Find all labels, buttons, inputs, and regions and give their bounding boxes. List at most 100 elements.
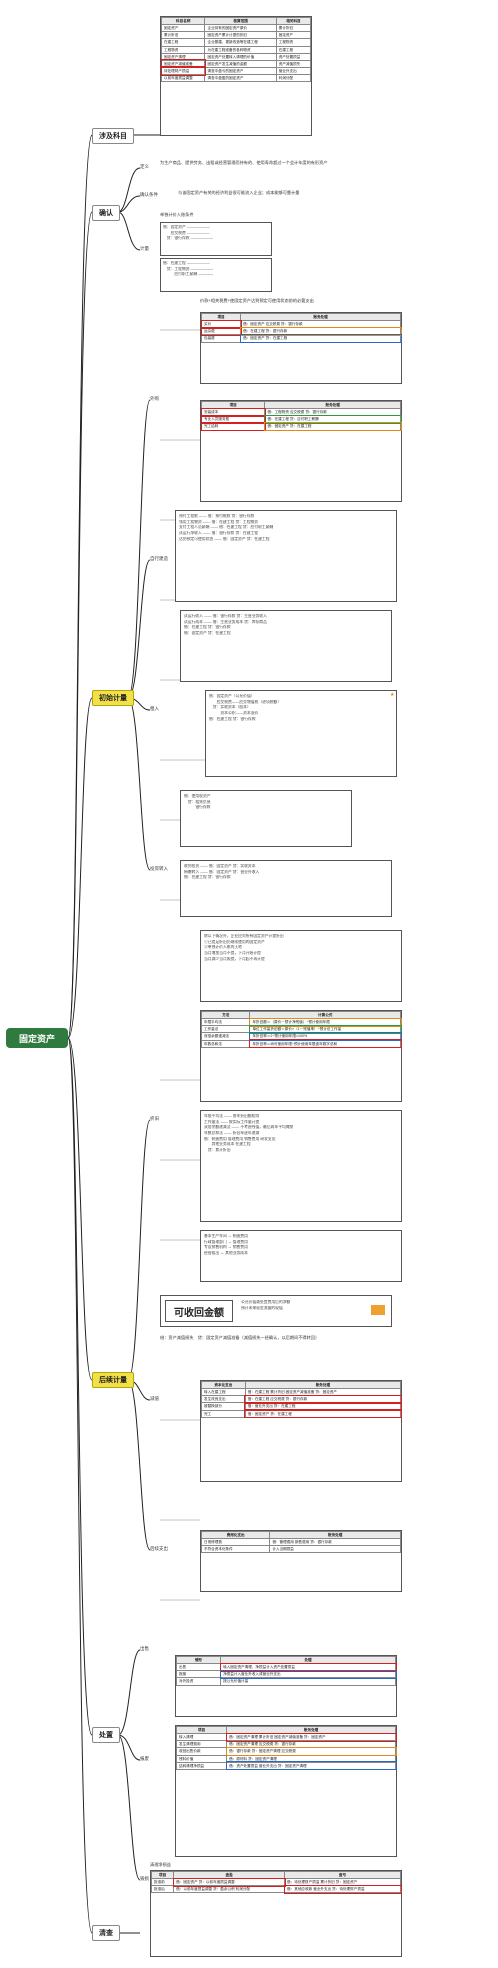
table-header: 核算范围 [204, 16, 277, 26]
entry-lines: 预付工程款 —— 借：预付账款 贷：银行存款 领用工程物资 —— 借：在建工程 … [179, 514, 273, 542]
table-cell: 转入固定资产清理，净损益计入资产处置损益 [219, 1662, 397, 1672]
table-row: 工程物资 为在建工程准备的各种物资 在建工程 [160, 45, 312, 54]
table-cell: 工程物资 [160, 45, 206, 54]
table-cell: 固定资产处置转入清理的价值 [204, 52, 277, 61]
branch-recognition[interactable]: 确认 [92, 205, 120, 221]
disposal-scope-panel: 情形 处理 出售 转入固定资产清理，净损益计入资产处置损益 报废 净损益计入营业外收入… [175, 1655, 397, 1717]
table-header: 账务处理 [240, 312, 401, 322]
inventory-table: 项目 盘盈 盘亏 批准前 借：固定资产 贷：以前年度损益调整 借：待处理财产损溢… [150, 1870, 402, 1894]
table-row: 年数总和法 年折旧率＝尚可使用年限÷预计使用年限逐年数字总和 [200, 1038, 402, 1049]
table-cell: 借：在建工程 贷：应付职工薪酬 [263, 414, 402, 424]
table-cell: 日常修理费 [200, 1538, 271, 1547]
table-cell: 年折旧率＝尚可使用年限÷预计使用年限逐年数字总和 [248, 1038, 402, 1049]
table-cell: 营业外支出 [275, 66, 312, 76]
entry-line: 借：使用权资产 [184, 794, 211, 798]
table-row: 买价 借：固定资产 应交税费 贷：银行存款 [200, 319, 401, 329]
disposal-steps-panel: 项目 账务处理 转入清理 借：固定资产清理 累计折旧 固定资产减值准备 贷：固定资产… [175, 1725, 397, 1857]
table-header: 科目名称 [160, 16, 206, 26]
table-row: 工作量法 单位工作量折旧额＝原价×（1－残值率）÷预计总工作量 [200, 1024, 402, 1034]
recognition-red-note: 单独计价入账条件 [160, 212, 194, 217]
table-cell: 年折旧额＝（原价－预计净残值）÷预计使用年限 [248, 1017, 402, 1027]
depreciation-scope-panel: 除以下情况外，企业应对所有固定资产计提折旧 ①已提足折旧仍继续使用的固定资产 ②… [200, 930, 402, 1002]
table-cell: 发生清理费用 [175, 1740, 228, 1749]
table-header: 盘亏 [284, 1870, 401, 1880]
self-build-entry-panel: 项目 账务处理 安装成本 借：工程物资 应交税费 贷：银行存款 专业人员服务费 借：在… [200, 400, 402, 502]
table-header: 账务处理 [226, 1725, 396, 1735]
entry-lines: 公允价值减处置费用后的净额 预计未来现金流量的现值 [241, 1300, 290, 1311]
table-cell: 专业人员服务费 [200, 414, 266, 424]
table-header: 费用化支出 [200, 1530, 271, 1540]
branch-initial-measurement[interactable]: 初始计量 [92, 690, 134, 706]
table-cell: 转入清理 [175, 1733, 228, 1742]
subsequent-expenditure-panel: 资本化支出 账务处理 转入在建工程 借：在建工程 累计折旧 固定资产减值准备 贷：固… [200, 1380, 402, 1482]
table-row: 转入清理 借：固定资产清理 累计折旧 固定资产减值准备 贷：固定资产 [175, 1732, 397, 1742]
table-cell: 出售 [175, 1663, 222, 1672]
lease-table-panel: 借：使用权资产 贷：租赁负债 银行存款 [180, 790, 352, 847]
disposal-item-sale: 出售 [140, 1646, 149, 1651]
table-cell: 借：银行存款 贷：固定资产清理 应交税费 [225, 1746, 397, 1757]
entry-line: 借：在建工程 贷：银行存款 [209, 716, 256, 721]
disposal-steps-table: 项目 账务处理 转入清理 借：固定资产清理 累计折旧 固定资产减值准备 贷：固定资产… [175, 1725, 397, 1771]
table-cell: 在建工程 [160, 38, 206, 47]
table-cell: 在建工程 [275, 45, 312, 54]
expense-table: 费用化支出 账务处理 日常修理费 借：管理费用 销售费用 贷：银行存款 不符合资本化… [200, 1530, 401, 1554]
table-header: 账务处理 [269, 1530, 401, 1540]
table-cell: 对外投资 [175, 1677, 222, 1686]
table-row: 日常修理费 借：管理费用 销售费用 贷：银行存款 [200, 1538, 401, 1547]
branch-accounts[interactable]: 涉及科目 [92, 128, 134, 144]
table-row: 包装费 借：固定资产 贷：在建工程 [200, 333, 402, 344]
entry-line: 经营租出 → 其他业务成本 [204, 1251, 248, 1256]
table-header: 方法 [200, 1010, 251, 1020]
table-header: 项目 [200, 400, 266, 410]
table-cell: 借：在建工程 应交税费 贷：银行存款 [244, 1394, 402, 1404]
table-cell: 安装成本 [200, 407, 266, 417]
entry-lines: 基本生产车间 → 制造费用 行政管理部门 → 管理费用 专设销售机构 → 销售费… [204, 1234, 248, 1257]
expenditure-table: 资本化支出 账务处理 转入在建工程 借：在建工程 累计折旧 固定资产减值准备 贷：固… [201, 1380, 402, 1419]
table-cell: 借：固定资产 贷：在建工程 [239, 333, 402, 344]
entry-line: 借：固定资产 贷：在建工程 [184, 631, 231, 636]
purchase-entry-panel: 项目 账务处理 买价 借：固定资产 应交税费 贷：银行存款 运杂费 借：在建工程 贷：… [200, 312, 402, 384]
entry-line: 达到预定可使用状态 —— 借：固定资产 贷：在建工程 [179, 536, 270, 541]
table-cell: 累计折旧 [160, 31, 206, 40]
table-row: 待处理财产损溢 清查中盘亏的固定资产 营业外支出 [160, 66, 312, 76]
table-header: 账务处理 [244, 1380, 402, 1390]
table-row: 发生改良支出 借：在建工程 应交税费 贷：银行存款 [201, 1394, 402, 1404]
table-cell: 借：固定资产 应交税费 贷：银行存款 [240, 320, 401, 329]
table-cell: 借：待处理财产损溢 累计折旧 贷：固定资产 [284, 1878, 401, 1887]
table-row: 不符合资本化条件 计入当期损益 [200, 1545, 401, 1554]
entry-line: 借：固定资产 —————— [163, 225, 210, 229]
table-cell: 借：固定资产 贷：在建工程 [244, 1408, 402, 1419]
disposal-red-note: 清理净损益 [150, 1862, 171, 1867]
disposal-item-damage: 毁损 [140, 1876, 149, 1881]
table-cell: 收回出售价款 [175, 1747, 228, 1756]
impairment-entry-text: 借：资产减值损失 贷：固定资产减值准备（减值损失一经确认，以后期间不得转回） [160, 1335, 320, 1340]
branch-inventory[interactable]: 清查 [92, 1925, 120, 1941]
table-cell: 借：原材料 贷：固定资产清理 [226, 1754, 396, 1763]
table-cell: 发生改良支出 [201, 1395, 246, 1404]
table-cell: 借：工程物资 应交税费 贷：银行存款 [264, 408, 401, 417]
table-cell: 残料价值 [175, 1754, 228, 1763]
recognition-measure-label: 计量 [140, 246, 149, 251]
root-node[interactable]: 固定资产 [6, 1028, 68, 1048]
initial-item-lease: 租入 [150, 706, 159, 711]
table-cell: 批准后 [150, 1885, 175, 1894]
table-row: 出售 转入固定资产清理，净损益计入资产处置损益 [175, 1662, 397, 1672]
branch-subsequent-measurement[interactable]: 后续计量 [92, 1372, 134, 1388]
entry-line: 基本生产车间 → 制造费用 [204, 1234, 248, 1238]
entry-line: 预计未来现金流量的现值 [241, 1305, 283, 1310]
table-cell: 固定资产 [160, 24, 206, 33]
recognition-entry-panel-2: 借：在建工程 —————— 贷：工程物资 —————— 应付职工薪酬 ———— [160, 258, 272, 292]
table-cell: 结转清理净损益 [175, 1761, 228, 1770]
entry-lines: 除以下情况外，企业应对所有固定资产计提折旧 ①已提足折旧仍继续使用的固定资产 ②… [204, 934, 284, 962]
table-row: 收回出售价款 借：银行存款 贷：固定资产清理 应交税费 [175, 1746, 397, 1757]
table-cell: 借：固定资产清理 累计折旧 固定资产减值准备 贷：固定资产 [225, 1732, 397, 1742]
table-cell: 报废 [175, 1670, 222, 1679]
entry-line: 应付职工薪酬 ———— [163, 272, 214, 277]
table-cell: 年数总和法 [200, 1039, 251, 1048]
table-cell: 固定资产 [275, 31, 312, 40]
entry-line: 收到投资 —— 借：固定资产 贷：实收资本 [184, 864, 256, 868]
subsequent-item-depreciation: 折旧 [150, 1116, 159, 1121]
table-cell: 借：管理费用 销售费用 贷：银行存款 [269, 1538, 401, 1547]
initial-item-self-build: 自行建造 [150, 556, 168, 561]
branch-disposal[interactable]: 处置 [92, 1727, 120, 1743]
